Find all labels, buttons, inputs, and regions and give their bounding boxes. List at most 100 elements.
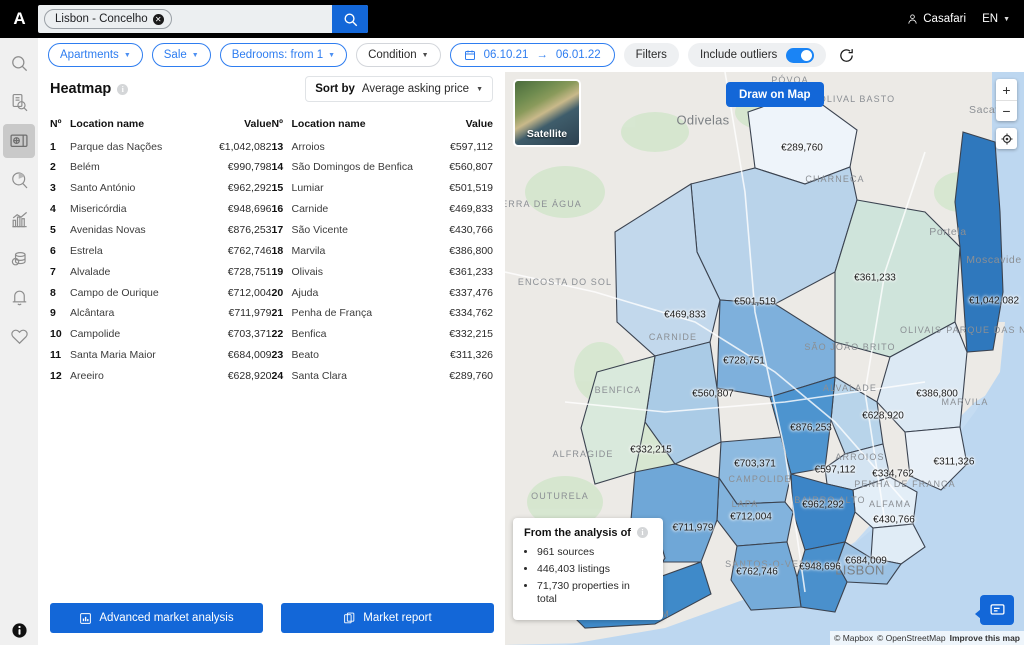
table-row[interactable]: 11Santa Maria Maior€684,009 [50,346,272,367]
account-button[interactable]: Casafari [907,13,966,25]
table-row[interactable]: 6Estrela€762,746 [50,241,272,262]
row-number: 9 [50,304,70,325]
map-value-label[interactable]: €560,807 [692,389,734,400]
app-logo[interactable]: A [0,0,38,38]
row-value: €711,979 [201,304,271,325]
locate-button[interactable] [996,128,1017,149]
table-row[interactable]: 21Penha de França€334,762 [272,304,494,325]
sidebar-item-search[interactable] [3,46,35,80]
draw-on-map-button[interactable]: Draw on Map [726,82,824,107]
table-row[interactable]: 22Benfica€332,215 [272,325,494,346]
map-value-label[interactable]: €948,696 [799,562,841,573]
chat-button[interactable] [980,595,1014,625]
table-row[interactable]: 23Beato€311,326 [272,346,494,367]
search-input[interactable]: Lisbon - Concelho ✕ [38,5,332,33]
info-icon[interactable]: i [117,84,128,95]
table-row[interactable]: 13Arroios€597,112 [272,137,494,158]
zoom-out-button[interactable]: − [996,100,1017,121]
filter-condition[interactable]: Condition ▼ [356,43,441,67]
table-row[interactable]: 19Olivais€361,233 [272,262,494,283]
language-selector[interactable]: EN ▼ [982,13,1010,25]
sidebar-item-favourites[interactable] [3,319,35,353]
map-value-label[interactable]: €386,800 [916,389,958,400]
table-row[interactable]: 20Ajuda€337,476 [272,283,494,304]
map-value-label[interactable]: €712,004 [730,512,772,523]
satellite-toggle[interactable]: Satellite [513,79,581,147]
attribution-improve[interactable]: Improve this map [950,633,1020,643]
property-search-icon [10,93,29,112]
search-bar[interactable]: Lisbon - Concelho ✕ [38,5,368,33]
map-value-label[interactable]: €1,042,082 [969,296,1019,307]
map-value-label[interactable]: €962,292 [802,500,844,511]
market-report-button[interactable]: Market report [281,603,494,633]
sidebar-item-map[interactable] [3,124,35,158]
table-row[interactable]: 9Alcântara€711,979 [50,304,272,325]
filter-date-range[interactable]: 06.10.21 → 06.01.22 [450,43,615,67]
top-bar-right: Casafari EN ▼ [907,0,1010,38]
map-canvas[interactable]: OdivelasPÓVOAOLIVAL BASTOSacavémCHARNECA… [505,72,1024,645]
zoom-in-button[interactable]: + [996,79,1017,100]
map-value-label[interactable]: €361,233 [854,273,896,284]
attribution-osm[interactable]: © OpenStreetMap [877,633,946,643]
sidebar-item-coins[interactable] [3,241,35,275]
table-row[interactable]: 10Campolide€703,371 [50,325,272,346]
row-value: €332,215 [441,325,493,346]
advanced-market-analysis-button[interactable]: Advanced market analysis [50,603,263,633]
attribution-mapbox[interactable]: © Mapbox [834,633,873,643]
chevron-down-icon: ▼ [192,52,199,59]
table-row[interactable]: 5Avenidas Novas€876,253 [50,220,272,241]
map-value-label[interactable]: €762,746 [736,567,778,578]
filter-property-type[interactable]: Apartments ▼ [48,43,143,67]
table-row[interactable]: 14São Domingos de Benfica€560,807 [272,158,494,179]
toggle-switch[interactable] [786,48,814,63]
search-icon [343,12,358,27]
chevron-down-icon: ▼ [422,52,429,59]
row-number: 20 [272,283,292,304]
map-value-label[interactable]: €628,920 [862,411,904,422]
table-row[interactable]: 8Campo de Ourique€712,004 [50,283,272,304]
table-row[interactable]: 16Carnide€469,833 [272,200,494,221]
map-value-label[interactable]: €597,112 [815,465,856,476]
sidebar-item-chart[interactable] [3,202,35,236]
row-number: 10 [50,325,70,346]
map-value-label[interactable]: €332,215 [630,445,672,456]
table-row[interactable]: 17São Vicente€430,766 [272,220,494,241]
sidebar-item-property-search[interactable] [3,85,35,119]
map-value-label[interactable]: €703,371 [734,459,776,470]
table-row[interactable]: 1Parque das Nações€1,042,082 [50,137,272,158]
search-chip[interactable]: Lisbon - Concelho ✕ [44,9,172,29]
table-row[interactable]: 2Belém€990,798 [50,158,272,179]
sort-by-select[interactable]: Sort by Average asking price ▼ [305,76,493,102]
map-value-label[interactable]: €728,751 [723,356,765,367]
filter-bedrooms[interactable]: Bedrooms: from 1 ▼ [220,43,347,67]
filter-transaction-type[interactable]: Sale ▼ [152,43,211,67]
map-value-label[interactable]: €430,766 [873,515,915,526]
sidebar-item-notifications[interactable] [3,280,35,314]
sidebar-info-button[interactable] [0,622,38,639]
table-row[interactable]: 24Santa Clara€289,760 [272,366,494,387]
map-value-label[interactable]: €876,253 [790,423,832,434]
table-row[interactable]: 7Alvalade€728,751 [50,262,272,283]
map-value-label[interactable]: €311,326 [934,457,975,468]
table-row[interactable]: 3Santo António€962,292 [50,179,272,200]
map-value-label[interactable]: €334,762 [872,469,914,480]
map-place-label: OLIVAL BASTO [819,94,896,104]
close-icon[interactable]: ✕ [153,14,164,25]
map-value-label[interactable]: €711,979 [673,523,714,534]
row-location-name: Penha de França [292,304,442,325]
list-item: 71,730 properties in total [537,580,652,606]
table-row[interactable]: 4Misericórdia€948,696 [50,200,272,221]
map-value-label[interactable]: €289,760 [781,143,823,154]
refresh-button[interactable] [835,44,857,66]
sidebar-item-analytics-search[interactable] [3,163,35,197]
map-value-label[interactable]: €469,833 [664,310,706,321]
filters-button[interactable]: Filters [624,43,679,67]
table-row[interactable]: 18Marvila€386,800 [272,241,494,262]
map-value-label[interactable]: €684,009 [845,556,887,567]
include-outliers-toggle[interactable]: Include outliers [688,43,826,67]
table-row[interactable]: 15Lumiar€501,519 [272,179,494,200]
map-value-label[interactable]: €501,519 [734,297,776,308]
search-submit-button[interactable] [332,5,368,33]
info-icon[interactable]: i [637,527,648,538]
table-row[interactable]: 12Areeiro€628,920 [50,366,272,387]
